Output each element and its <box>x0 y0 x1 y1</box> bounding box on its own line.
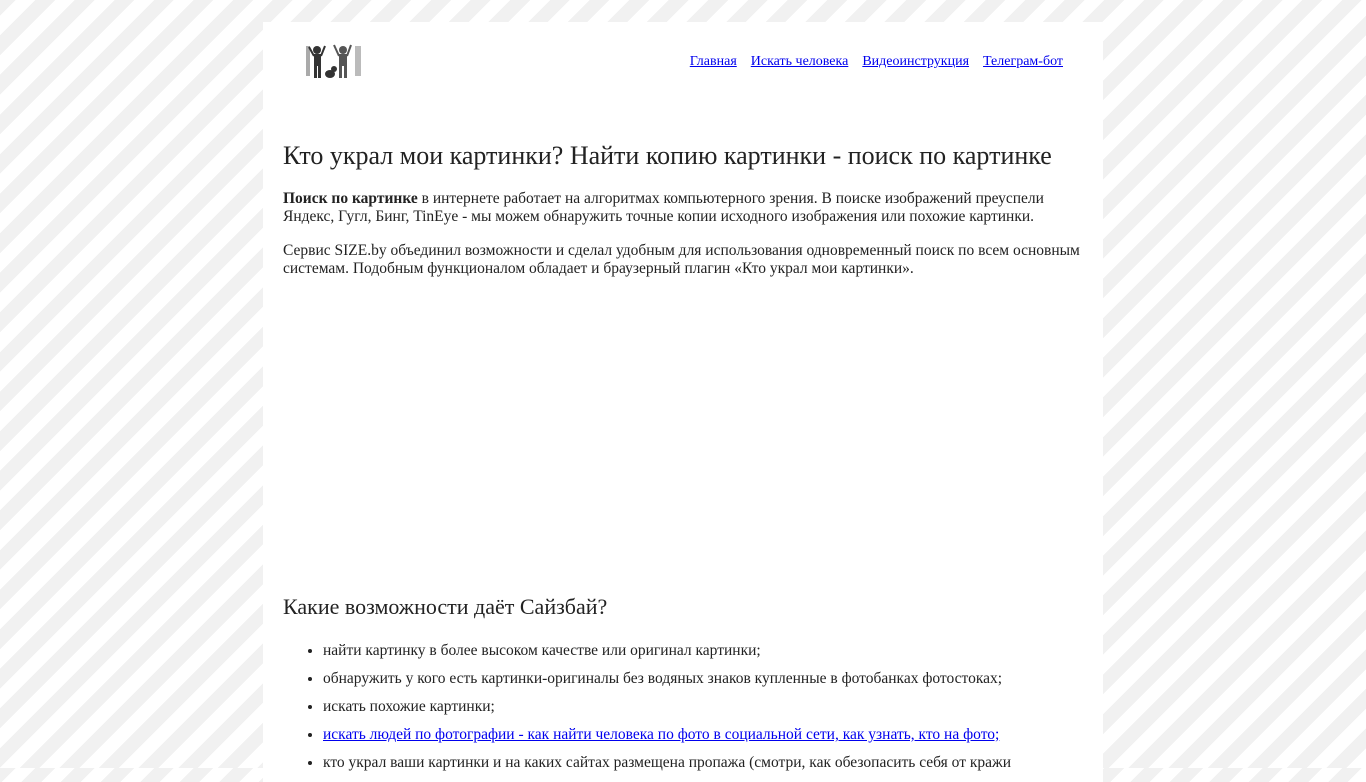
feature-item: обнаружить у кого есть картинки-оригинал… <box>323 665 1123 693</box>
feature-text: кто украл ваши картинки и на каких сайта… <box>323 754 1012 771</box>
feature-item: искать людей по фотографии - как найти ч… <box>323 721 1123 749</box>
page-container: Главная Искать человека Видеоинструкция … <box>263 22 1103 782</box>
ad-placeholder <box>283 312 1083 572</box>
nav-link-home[interactable]: Главная <box>690 54 737 70</box>
section-title: Какие возможности даёт Сайзбай? <box>283 594 608 619</box>
feature-item: найти картинку в более высоком качестве … <box>323 637 1123 665</box>
sizeby-logo[interactable] <box>303 42 365 84</box>
features-list: найти картинку в более высоком качестве … <box>283 637 1123 777</box>
page-title: Кто украл мои картинки? Найти копию карт… <box>283 141 1052 170</box>
feature-text: обнаружить у кого есть картинки-оригинал… <box>323 670 1003 687</box>
feature-item: искать похожие картинки; <box>323 693 1123 721</box>
feature-link-search-people[interactable]: искать людей по фотографии - как найти ч… <box>323 726 999 743</box>
nav-link-video-guide[interactable]: Видеоинструкция <box>862 54 969 70</box>
intro-paragraph: Поиск по картинке в интернете работает н… <box>283 190 1083 226</box>
site-header: Главная Искать человека Видеоинструкция … <box>283 22 1083 102</box>
nav-link-telegram-bot[interactable]: Телеграм-бот <box>983 54 1063 70</box>
logo-graphic <box>306 44 361 78</box>
feature-item: кто украл ваши картинки и на каких сайта… <box>323 749 1123 777</box>
service-paragraph: Сервис SIZE.by объединил возможности и с… <box>283 242 1080 277</box>
intro-bold-text: Поиск по картинке <box>283 190 418 207</box>
main-nav: Главная Искать человека Видеоинструкция … <box>690 54 1063 70</box>
feature-text: найти картинку в более высоком качестве … <box>323 642 761 659</box>
nav-link-search-person[interactable]: Искать человека <box>751 54 849 70</box>
feature-text: искать похожие картинки; <box>323 698 495 715</box>
